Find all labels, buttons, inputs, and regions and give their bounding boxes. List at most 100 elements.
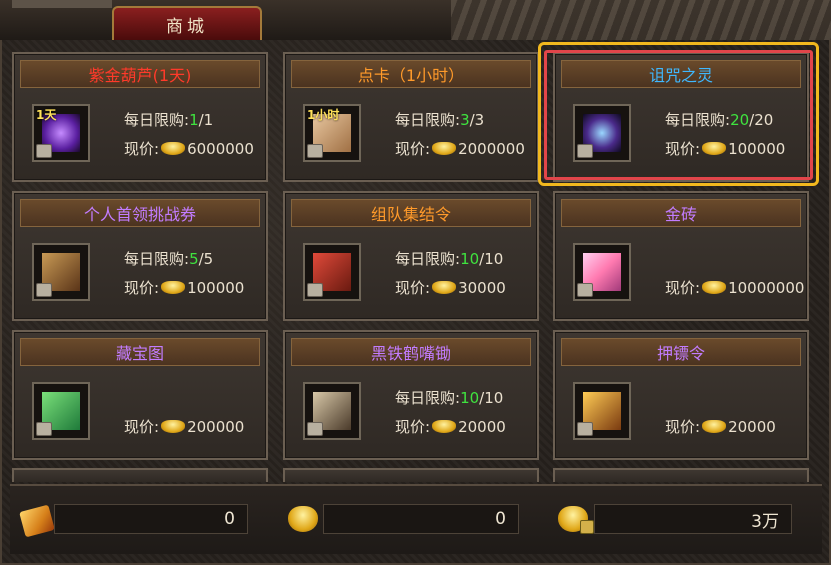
shop-item-card[interactable]: 金砖 现价: 10000000 xyxy=(553,191,809,321)
gold-ingot-icon xyxy=(702,420,727,433)
item-duration-badge: 1小时 xyxy=(307,108,340,122)
daily-limit-line: 每日限购: 3 /3 xyxy=(395,109,484,130)
daily-limit-label: 每日限购: xyxy=(124,250,190,268)
daily-limit-used: 1 xyxy=(189,110,199,129)
voucher-value: 0 xyxy=(224,509,235,529)
shop-item-card[interactable]: 组队集结令 每日限购: 10 /10 现价: 30000 xyxy=(283,191,539,321)
bound-lock-icon xyxy=(307,144,323,158)
top-left-strip xyxy=(12,0,112,8)
item-name-bar: 藏宝图 xyxy=(20,338,260,366)
voucher-icon xyxy=(19,504,55,538)
daily-limit-total: /10 xyxy=(479,388,504,407)
gold-ingot-icon xyxy=(161,142,186,155)
price-label: 现价: xyxy=(395,140,431,158)
item-slot[interactable]: 1小时 xyxy=(303,104,361,162)
price-line: 现价: 20000 xyxy=(395,416,506,437)
item-name-bar: 个人首领挑战券 xyxy=(20,199,260,227)
price-label: 现价: xyxy=(395,279,431,297)
bound-lock-icon xyxy=(36,422,52,436)
window-title-tab[interactable]: 商城 xyxy=(112,6,262,40)
item-slot[interactable] xyxy=(32,243,90,301)
shop-item-card[interactable]: 藏宝图 现价: 200000 xyxy=(12,330,268,460)
price-value: 100000 xyxy=(187,278,245,297)
daily-limit-label: 每日限购: xyxy=(395,250,461,268)
daily-limit-line: 每日限购: 10 /10 xyxy=(395,248,503,269)
item-name: 点卡（1小时） xyxy=(357,66,465,85)
voucher-field: 0 xyxy=(54,504,248,534)
gold-field: 0 xyxy=(323,504,519,534)
bound-lock-icon xyxy=(36,144,52,158)
daily-limit-total: /10 xyxy=(479,249,504,268)
item-name: 金砖 xyxy=(664,205,697,224)
item-slot[interactable] xyxy=(573,243,631,301)
item-slot[interactable] xyxy=(303,382,361,440)
item-name: 押镖令 xyxy=(656,344,705,363)
daily-limit-label: 每日限购: xyxy=(124,111,190,129)
item-slot[interactable] xyxy=(32,382,90,440)
price-value: 200000 xyxy=(187,417,245,436)
daily-limit-used: 10 xyxy=(460,388,480,407)
partial-card-1 xyxy=(12,468,268,482)
shop-item-card[interactable]: 点卡（1小时） 1小时 每日限购: 3 /3 现价: 2000000 xyxy=(283,52,539,182)
shop-item-card[interactable]: 个人首领挑战券 每日限购: 5 /5 现价: 100000 xyxy=(12,191,268,321)
item-name: 组队集结令 xyxy=(370,205,451,224)
bound-lock-icon xyxy=(307,283,323,297)
item-slot[interactable]: 1天 xyxy=(32,104,90,162)
daily-limit-used: 10 xyxy=(460,249,480,268)
bound-lock-icon xyxy=(307,422,323,436)
item-duration-badge: 1天 xyxy=(36,108,57,122)
price-value: 20000 xyxy=(728,417,776,436)
price-label: 现价: xyxy=(395,418,431,436)
gold-ingot-icon xyxy=(432,142,457,155)
price-value: 10000000 xyxy=(728,278,805,297)
daily-limit-label: 每日限购: xyxy=(395,389,461,407)
shop-item-card[interactable]: 紫金葫芦(1天) 1天 每日限购: 1 /1 现价: 6000000 xyxy=(12,52,268,182)
currency-bar: 0 0 3万 xyxy=(10,484,822,554)
gold-ingot-icon xyxy=(288,506,318,532)
price-label: 现价: xyxy=(665,279,701,297)
price-line: 现价: 100000 xyxy=(124,277,244,298)
item-name-bar: 点卡（1小时） xyxy=(291,60,531,88)
partial-card-3 xyxy=(553,468,809,482)
item-slot[interactable] xyxy=(573,382,631,440)
daily-limit-line: 每日限购: 10 /10 xyxy=(395,387,503,408)
daily-limit-total: /1 xyxy=(198,110,214,129)
price-line: 现价: 20000 xyxy=(665,416,776,437)
gold-ingot-icon xyxy=(161,420,186,433)
bound-gold-value: 3万 xyxy=(751,511,779,532)
daily-limit-label: 每日限购: xyxy=(395,111,461,129)
price-value: 2000000 xyxy=(458,139,525,158)
price-value: 20000 xyxy=(458,417,506,436)
item-name-bar: 紫金葫芦(1天) xyxy=(20,60,260,88)
daily-limit-line: 每日限购: 5 /5 xyxy=(124,248,213,269)
price-value: 6000000 xyxy=(187,139,254,158)
gold-ingot-icon xyxy=(432,420,457,433)
price-label: 现价: xyxy=(665,418,701,436)
gold-ingot-icon xyxy=(702,281,727,294)
window-title: 商城 xyxy=(166,16,208,37)
price-label: 现价: xyxy=(124,140,160,158)
item-name: 个人首领挑战券 xyxy=(83,205,196,224)
partial-card-2 xyxy=(283,468,539,482)
item-name: 紫金葫芦(1天) xyxy=(88,66,192,85)
item-slot[interactable] xyxy=(303,243,361,301)
item-name-bar: 黑铁鹤嘴锄 xyxy=(291,338,531,366)
bound-lock-icon xyxy=(577,422,593,436)
bound-lock-icon xyxy=(577,283,593,297)
gold-ingot-icon xyxy=(161,281,186,294)
gold-ingot-icon xyxy=(432,281,457,294)
price-value: 30000 xyxy=(458,278,506,297)
shop-item-card[interactable]: 押镖令 现价: 20000 xyxy=(553,330,809,460)
daily-limit-total: /3 xyxy=(469,110,485,129)
daily-limit-used: 3 xyxy=(460,110,470,129)
price-line: 现价: 200000 xyxy=(124,416,244,437)
price-line: 现价: 2000000 xyxy=(395,138,525,159)
price-line: 现价: 6000000 xyxy=(124,138,254,159)
selection-inner-highlight xyxy=(544,50,813,180)
bound-gold-field: 3万 xyxy=(594,504,792,534)
item-name-bar: 押镖令 xyxy=(561,338,801,366)
shop-item-card[interactable]: 黑铁鹤嘴锄 每日限购: 10 /10 现价: 20000 xyxy=(283,330,539,460)
item-name: 黑铁鹤嘴锄 xyxy=(370,344,451,363)
item-name-bar: 金砖 xyxy=(561,199,801,227)
price-label: 现价: xyxy=(124,418,160,436)
